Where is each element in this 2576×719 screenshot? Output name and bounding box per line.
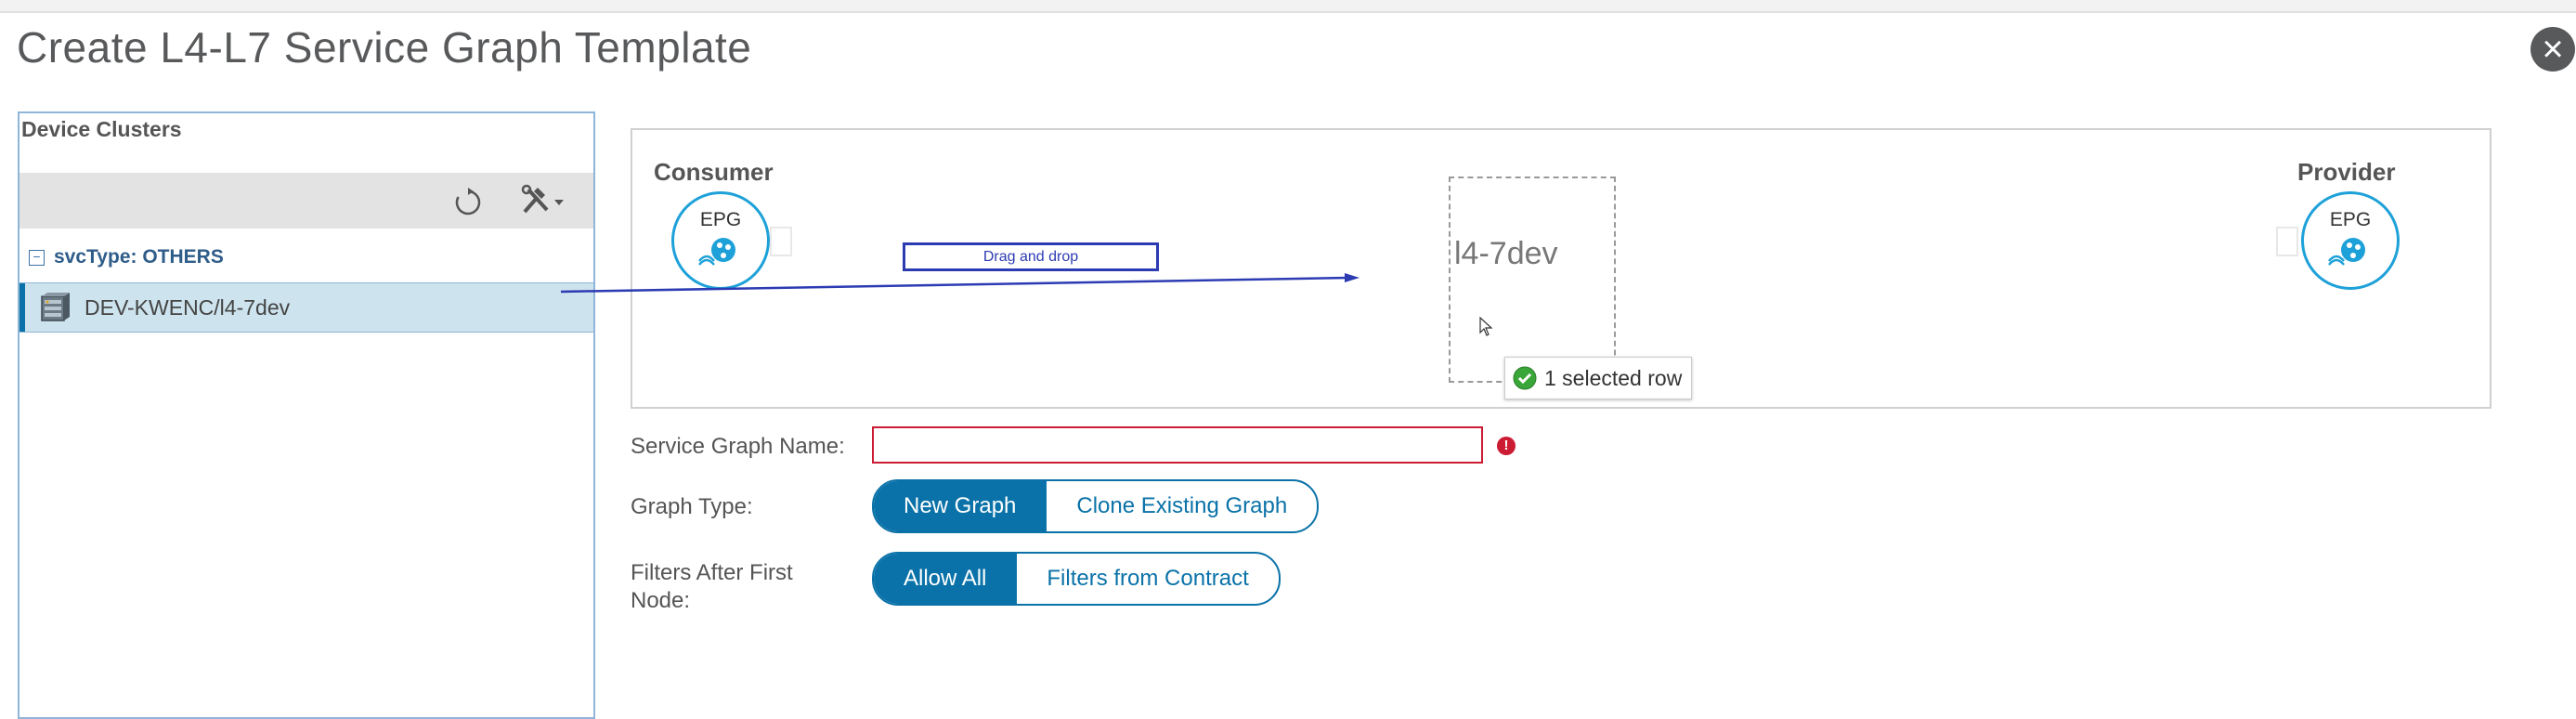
- graph-type-label: Graph Type:: [631, 494, 753, 519]
- close-button[interactable]: ×: [2530, 27, 2575, 72]
- epg-icon: [698, 238, 735, 266]
- service-graph-name-label: Service Graph Name:: [631, 434, 845, 459]
- filters-after-first-node-label: Filters After First Node:: [631, 559, 793, 615]
- error-icon: !: [1497, 437, 1516, 455]
- consumer-epg-label: EPG: [699, 209, 742, 230]
- check-icon: [1513, 366, 1537, 390]
- provider-label: Provider: [2297, 158, 2396, 186]
- clone-existing-graph-button[interactable]: Clone Existing Graph: [1046, 481, 1317, 531]
- provider-port: [2276, 227, 2298, 256]
- collapse-icon[interactable]: −: [29, 249, 45, 266]
- refresh-icon[interactable]: [451, 186, 485, 219]
- mouse-cursor-icon: [1479, 317, 1493, 336]
- new-graph-button[interactable]: New Graph: [874, 481, 1047, 531]
- provider-epg-label: EPG: [2329, 209, 2372, 230]
- epg-icon: [2328, 238, 2365, 266]
- consumer-port: [770, 227, 792, 256]
- device-clusters-panel: Device Clusters − svcType: OTHERS DEV-KW: [18, 111, 595, 719]
- device-cluster-label: DEV-KWENC/l4-7dev: [85, 294, 291, 320]
- device-cluster-icon: [41, 293, 70, 321]
- group-row: − svcType: OTHERS: [29, 243, 224, 271]
- allow-all-button[interactable]: Allow All: [874, 554, 1017, 604]
- tools-dropdown-icon[interactable]: [519, 184, 575, 219]
- service-node-dropzone[interactable]: l4-7dev: [1449, 176, 1616, 383]
- consumer-label: Consumer: [654, 158, 774, 186]
- service-node-label: l4-7dev: [1454, 236, 1558, 271]
- dialog-title: Create L4-L7 Service Graph Template: [17, 23, 752, 72]
- filters-from-contract-button[interactable]: Filters from Contract: [1016, 554, 1278, 604]
- selected-rows-tooltip: 1 selected row: [1504, 357, 1692, 399]
- selected-rows-text: 1 selected row: [1544, 365, 1683, 390]
- device-clusters-header: Device Clusters: [21, 117, 182, 141]
- device-cluster-row[interactable]: DEV-KWENC/l4-7dev: [20, 282, 593, 333]
- filters-label-line1: Filters After First: [631, 560, 793, 585]
- graph-type-toggle: New Graph Clone Existing Graph: [872, 479, 1320, 533]
- consumer-epg[interactable]: EPG: [671, 191, 770, 290]
- device-clusters-toolbar: [20, 173, 593, 229]
- filters-toggle: Allow All Filters from Contract: [872, 552, 1281, 606]
- selection-indicator: [20, 283, 25, 332]
- provider-epg[interactable]: EPG: [2301, 191, 2400, 290]
- filters-label-line2: Node:: [631, 588, 691, 613]
- top-strip: [0, 0, 2576, 13]
- close-icon: ×: [2542, 29, 2564, 70]
- service-graph-name-input[interactable]: [872, 426, 1483, 464]
- group-label: svcType: OTHERS: [54, 246, 224, 268]
- drag-drop-hint: Drag and drop: [903, 242, 1159, 271]
